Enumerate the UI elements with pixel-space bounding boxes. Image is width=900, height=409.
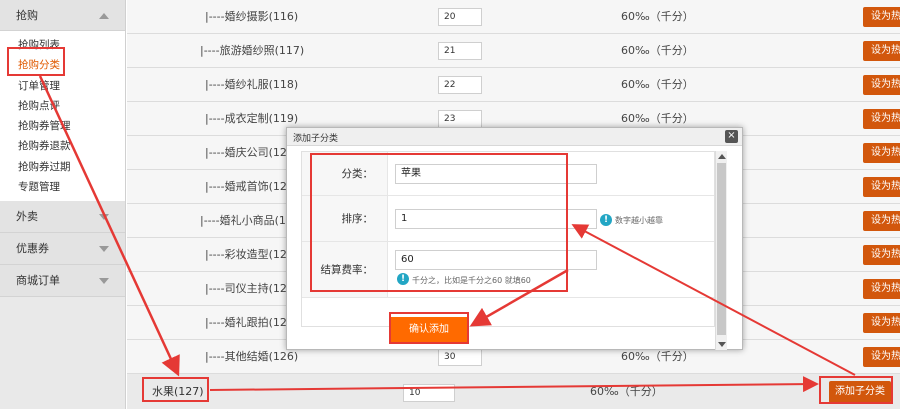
rate-text: 60‰（千分） [621,78,694,91]
annotation-box-add-sub [819,376,893,404]
category-name: |----彩妆造型(123) [205,248,299,261]
sidebar-group-label: 外卖 [16,210,38,223]
set-hot-button[interactable]: 设为热 [863,41,900,61]
sidebar-item-coupon-manage[interactable]: 抢购券管理 [0,116,125,136]
sidebar-item-coupon-refund[interactable]: 抢购券退款 [0,136,125,156]
set-hot-button[interactable]: 设为热 [863,211,900,231]
sidebar-group-coupon[interactable]: 优惠券 [0,233,125,265]
sort-input[interactable]: 10 [403,384,455,402]
sidebar-item-topic-manage[interactable]: 专题管理 [0,177,125,197]
sidebar-group-label: 抢购 [16,9,38,22]
rate-text: 60‰（千分） [590,385,663,398]
set-hot-button[interactable]: 设为热 [863,75,900,95]
dialog-scrollbar[interactable] [715,151,727,350]
sidebar-group-mall-order[interactable]: 商城订单 [0,265,125,297]
sort-input[interactable]: 30 [438,348,482,366]
dialog-header: 添加子分类 × [287,128,742,146]
sidebar-item-coupon-expired[interactable]: 抢购券过期 [0,157,125,177]
category-name: |----旅游婚纱照(117) [200,44,305,57]
category-name: |----婚礼跟拍(125) [205,316,299,329]
set-hot-button[interactable]: 设为热 [863,109,900,129]
chevron-up-icon [99,13,109,19]
table-row: |----旅游婚纱照(117) 21 60‰（千分） 设为热 [127,34,900,68]
sort-input[interactable]: 22 [438,76,482,94]
category-name: |----婚戒首饰(121) [205,180,299,193]
scrollbar-thumb[interactable] [717,163,726,335]
info-icon: ! [600,214,612,226]
category-name: |----婚纱摄影(116) [205,10,299,23]
sort-input[interactable]: 21 [438,42,482,60]
set-hot-button[interactable]: 设为热 [863,177,900,197]
category-name: |----其他结婚(126) [205,350,299,363]
chevron-down-icon [99,214,109,220]
annotation-box-confirm [389,312,469,344]
set-hot-button[interactable]: 设为热 [863,7,900,27]
set-hot-button[interactable]: 设为热 [863,279,900,299]
category-name: |----成衣定制(119) [205,112,299,125]
category-name: |----司仪主持(124) [205,282,299,295]
sidebar-group-label: 优惠券 [16,242,49,255]
set-hot-button[interactable]: 设为热 [863,245,900,265]
set-hot-button[interactable]: 设为热 [863,347,900,367]
sort-input[interactable]: 20 [438,8,482,26]
sidebar-item-review[interactable]: 抢购点评 [0,96,125,116]
scroll-down-icon[interactable] [718,342,726,347]
dialog-title: 添加子分类 [293,134,339,144]
category-name: |----婚纱礼服(118) [205,78,299,91]
scroll-up-icon[interactable] [718,154,726,159]
close-icon[interactable]: × [725,130,738,143]
sidebar-group-label: 商城订单 [16,274,60,287]
rate-text: 60‰（千分） [621,44,694,57]
category-name: |----婚庆公司(120) [205,146,299,159]
table-row-fruit: 水果(127) 10 60‰（千分） 添加子分类 [127,374,900,409]
rate-text: 60‰（千分） [621,10,694,23]
sidebar-group-waimai[interactable]: 外卖 [0,201,125,233]
chevron-down-icon [99,278,109,284]
annotation-box-sidebar [7,47,65,76]
chevron-down-icon [99,246,109,252]
annotation-box-form [310,153,568,292]
set-hot-button[interactable]: 设为热 [863,313,900,333]
sidebar-group-qianggou[interactable]: 抢购 [0,0,125,31]
table-row: |----婚纱摄影(116) 20 60‰（千分） 设为热 [127,0,900,34]
sidebar-item-order-manage[interactable]: 订单管理 [0,76,125,96]
annotation-box-fruit [142,377,209,402]
table-row: |----婚纱礼服(118) 22 60‰（千分） 设为热 [127,68,900,102]
set-hot-button[interactable]: 设为热 [863,143,900,163]
sort-input[interactable]: 23 [438,110,482,128]
sort-hint: 数字越小越靠 [615,216,663,225]
